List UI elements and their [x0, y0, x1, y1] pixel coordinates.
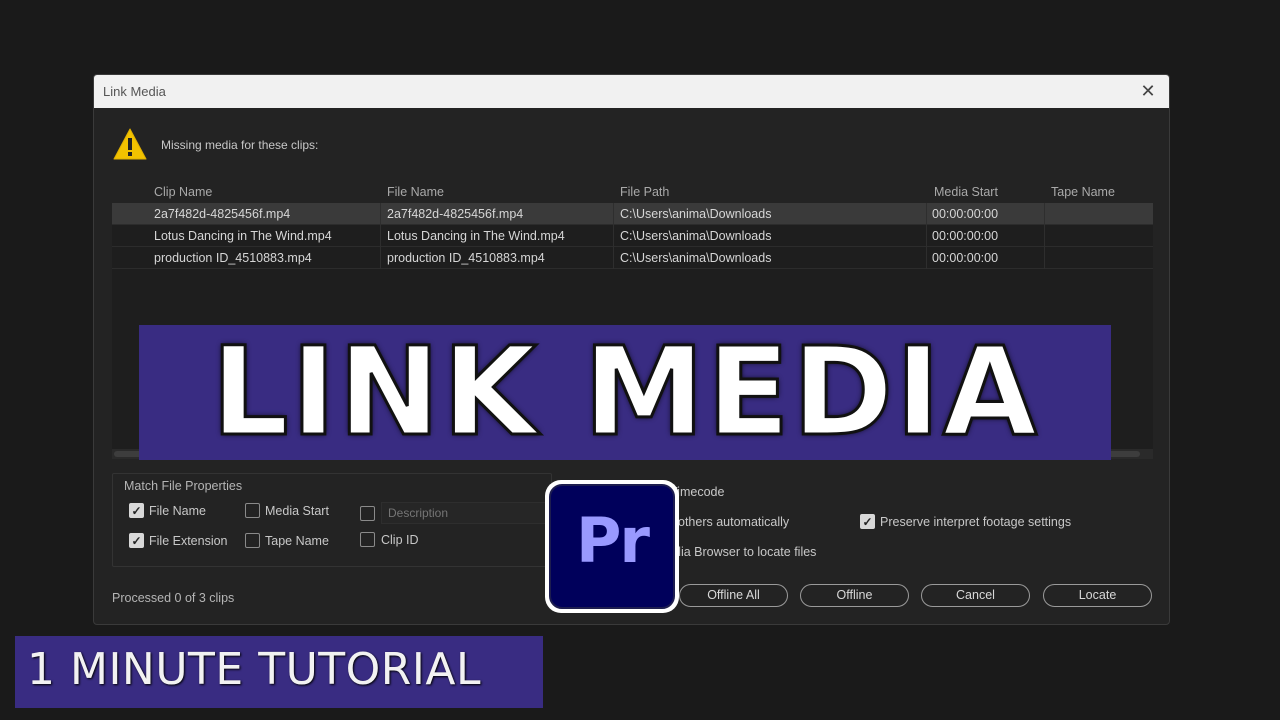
column-divider: [613, 203, 614, 269]
preserve-footage-checkbox[interactable]: ✓: [860, 514, 875, 529]
column-divider: [380, 203, 381, 269]
tutorial-label: 1 MINUTE TUTORIAL: [27, 644, 481, 695]
premiere-pro-logo: Pr: [545, 480, 679, 613]
file-name-cell: Lotus Dancing in The Wind.mp4: [387, 229, 565, 243]
file-name-cell: 2a7f482d-4825456f.mp4: [387, 207, 524, 221]
tutorial-banner: 1 MINUTE TUTORIAL: [15, 636, 543, 708]
description-field[interactable]: [381, 502, 551, 524]
tape-name-label: Tape Name: [265, 534, 329, 548]
clip-name-cell: production ID_4510883.mp4: [154, 251, 312, 265]
banner-title: LINK MEDIA: [209, 325, 1040, 460]
media-browser-option-label: dia Browser to locate files: [674, 545, 817, 559]
column-header-file-name[interactable]: File Name: [387, 185, 444, 199]
warning-triangle-icon: [113, 128, 147, 160]
clip-id-checkbox[interactable]: [360, 532, 375, 547]
media-start-checkbox[interactable]: [245, 503, 260, 518]
media-start-cell: 00:00:00:00: [932, 207, 999, 221]
premiere-pro-logo-tile: Pr: [549, 484, 675, 609]
file-name-label: File Name: [149, 504, 206, 518]
dialog-title: Link Media: [103, 84, 166, 99]
tape-name-checkbox[interactable]: [245, 533, 260, 548]
table-row[interactable]: 2a7f482d-4825456f.mp4 2a7f482d-4825456f.…: [112, 203, 1153, 225]
media-start-label: Media Start: [265, 504, 329, 518]
column-header-tape-name[interactable]: Tape Name: [1051, 185, 1115, 199]
clip-name-cell: Lotus Dancing in The Wind.mp4: [154, 229, 332, 243]
column-header-media-start[interactable]: Media Start: [934, 185, 998, 199]
file-extension-label: File Extension: [149, 534, 228, 548]
media-start-cell: 00:00:00:00: [932, 251, 999, 265]
clip-name-cell: 2a7f482d-4825456f.mp4: [154, 207, 291, 221]
title-banner: LINK MEDIA: [139, 325, 1111, 460]
column-header-clip-name[interactable]: Clip Name: [154, 185, 212, 199]
file-path-cell: C:\Users\anima\Downloads: [620, 251, 772, 265]
cancel-button[interactable]: Cancel: [921, 584, 1030, 607]
column-divider: [1044, 203, 1045, 269]
dialog-titlebar: Link Media ✕: [94, 75, 1169, 108]
missing-media-label: Missing media for these clips:: [161, 138, 319, 152]
table-row[interactable]: production ID_4510883.mp4 production ID_…: [112, 247, 1153, 269]
locate-button[interactable]: Locate: [1043, 584, 1152, 607]
media-start-cell: 00:00:00:00: [932, 229, 999, 243]
close-icon[interactable]: ✕: [1137, 80, 1159, 102]
preserve-footage-label: Preserve interpret footage settings: [880, 515, 1072, 529]
clip-id-label: Clip ID: [381, 533, 419, 547]
processed-status: Processed 0 of 3 clips: [112, 591, 235, 605]
file-path-cell: C:\Users\anima\Downloads: [620, 207, 772, 221]
file-name-checkbox[interactable]: ✓: [129, 503, 144, 518]
column-divider: [926, 203, 927, 269]
table-row[interactable]: Lotus Dancing in The Wind.mp4 Lotus Danc…: [112, 225, 1153, 247]
match-file-properties-label: Match File Properties: [122, 479, 245, 493]
file-name-cell: production ID_4510883.mp4: [387, 251, 545, 265]
file-path-cell: C:\Users\anima\Downloads: [620, 229, 772, 243]
offline-all-button[interactable]: Offline All: [679, 584, 788, 607]
table-header: Clip Name File Name File Path Media Star…: [112, 179, 1153, 203]
description-checkbox[interactable]: [360, 506, 375, 521]
premiere-pro-logo-text: Pr: [575, 504, 650, 577]
file-extension-checkbox[interactable]: ✓: [129, 533, 144, 548]
others-automatically-option-label: others automatically: [678, 515, 790, 529]
offline-button[interactable]: Offline: [800, 584, 909, 607]
column-header-file-path[interactable]: File Path: [620, 185, 669, 199]
